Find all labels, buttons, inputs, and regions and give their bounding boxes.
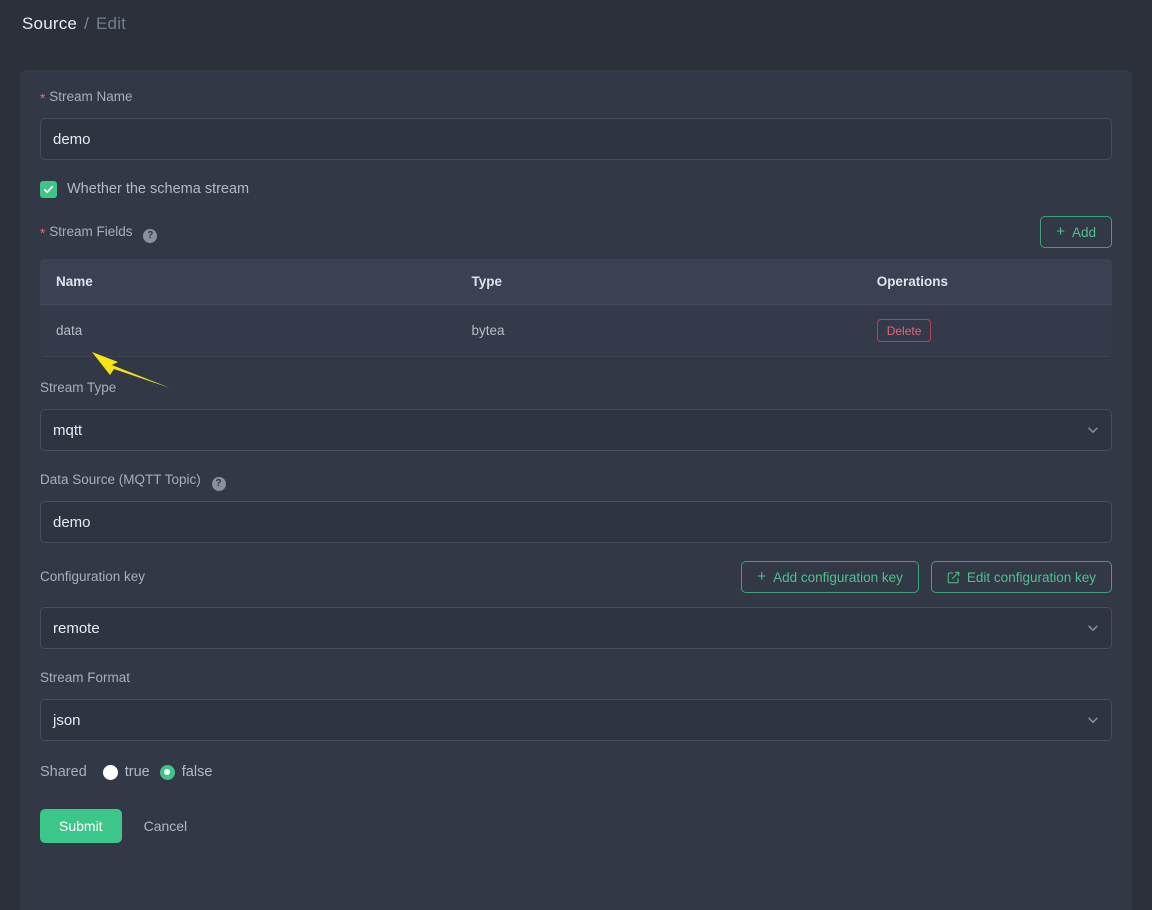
- required-marker: *: [40, 226, 46, 241]
- breadcrumb-current: Edit: [96, 14, 127, 33]
- breadcrumb-separator: /: [84, 14, 90, 33]
- radio-circle-selected-icon: [159, 764, 175, 780]
- source-edit-form-card: *Stream Name Whether the schema stream *…: [20, 70, 1132, 910]
- stream-name-form-item: * Stream Name: [40, 88, 1112, 160]
- stream-fields-table-head: Name Type Operations: [40, 259, 1112, 305]
- column-header-type: Type: [455, 259, 861, 305]
- configuration-key-label: Configuration key: [40, 569, 146, 584]
- plus-icon: +: [757, 567, 767, 585]
- configuration-key-header-row: Configuration key + Add configuration ke…: [40, 561, 1112, 593]
- breadcrumb: Source / Edit: [0, 0, 1152, 48]
- schema-stream-checkbox-label: Whether the schema stream: [67, 181, 250, 197]
- cell-field-name: data: [40, 304, 456, 357]
- breadcrumb-root-link[interactable]: Source: [22, 14, 77, 34]
- shared-radio-false-label: false: [181, 764, 213, 780]
- column-header-name: Name: [40, 259, 456, 305]
- stream-type-form-item: Stream Type mqtt: [40, 379, 1112, 451]
- stream-name-label-text: Stream Name: [49, 89, 133, 104]
- add-configuration-key-button-label: Add configuration key: [773, 569, 903, 585]
- stream-type-select[interactable]: mqtt: [40, 409, 1112, 451]
- configuration-key-select-value: remote: [53, 619, 100, 637]
- stream-format-form-item: Stream Format json: [40, 669, 1112, 741]
- stream-fields-table: Name Type Operations data bytea Delete: [40, 259, 1112, 357]
- data-source-input[interactable]: [40, 501, 1112, 543]
- check-icon: [43, 185, 54, 193]
- cell-field-type: bytea: [455, 304, 861, 357]
- add-stream-field-button-label: Add: [1071, 224, 1096, 240]
- stream-name-label: * Stream Name: [40, 88, 1112, 106]
- configuration-key-buttons: + Add configuration key Edit configurati…: [741, 561, 1112, 593]
- stream-fields-table-body: data bytea Delete: [40, 304, 1112, 357]
- edit-square-icon: [947, 571, 960, 583]
- stream-type-label: Stream Type: [40, 380, 117, 395]
- chevron-down-icon: [1088, 625, 1098, 631]
- cancel-button[interactable]: Cancel: [140, 818, 192, 834]
- configuration-key-select[interactable]: remote: [40, 607, 1112, 649]
- configuration-key-form-item: Configuration key + Add configuration ke…: [40, 561, 1112, 649]
- edit-configuration-key-button-label: Edit configuration key: [966, 569, 1096, 585]
- delete-field-button[interactable]: Delete: [876, 319, 932, 342]
- column-header-operations: Operations: [860, 259, 1112, 305]
- data-source-form-item: Data Source (MQTT Topic) ?: [40, 471, 1112, 543]
- add-configuration-key-button[interactable]: + Add configuration key: [741, 561, 919, 593]
- data-source-help-icon[interactable]: ?: [211, 477, 226, 491]
- edit-configuration-key-button[interactable]: Edit configuration key: [930, 561, 1112, 593]
- stream-format-select-value: json: [53, 711, 81, 729]
- schema-stream-checkbox-row[interactable]: Whether the schema stream: [40, 178, 1112, 200]
- stream-fields-header-row: * Stream Fields ? + Add: [40, 216, 1112, 248]
- table-row: data bytea Delete: [40, 304, 1112, 357]
- stream-fields-label: * Stream Fields ?: [40, 223, 158, 243]
- cell-operations: Delete: [860, 304, 1112, 357]
- stream-fields-label-text: Stream Fields: [49, 224, 133, 239]
- schema-stream-checkbox[interactable]: [40, 180, 57, 198]
- shared-radio-true-label: true: [124, 764, 150, 780]
- stream-name-input[interactable]: [40, 118, 1112, 160]
- chevron-down-icon: [1088, 717, 1098, 723]
- chevron-down-icon: [1088, 427, 1098, 433]
- stream-fields-help-icon[interactable]: ?: [143, 229, 158, 243]
- data-source-label-text: Data Source (MQTT Topic): [40, 472, 201, 487]
- radio-circle-icon: [102, 764, 118, 780]
- shared-radio-false[interactable]: false: [159, 764, 213, 780]
- plus-icon: +: [1056, 222, 1065, 240]
- shared-radio-true[interactable]: true: [102, 764, 150, 780]
- add-stream-field-button[interactable]: + Add: [1040, 216, 1112, 248]
- stream-format-label: Stream Format: [40, 670, 131, 685]
- table-header-row: Name Type Operations: [40, 259, 1112, 305]
- stream-type-select-value: mqtt: [53, 421, 83, 439]
- shared-label: Shared: [40, 764, 87, 780]
- submit-button[interactable]: Submit: [40, 809, 122, 843]
- data-source-label: Data Source (MQTT Topic) ?: [40, 471, 1112, 491]
- shared-radio-group: Shared true false: [40, 761, 1112, 783]
- required-marker: *: [40, 91, 46, 106]
- stream-format-select[interactable]: json: [40, 699, 1112, 741]
- form-footer: Submit Cancel: [40, 809, 1112, 843]
